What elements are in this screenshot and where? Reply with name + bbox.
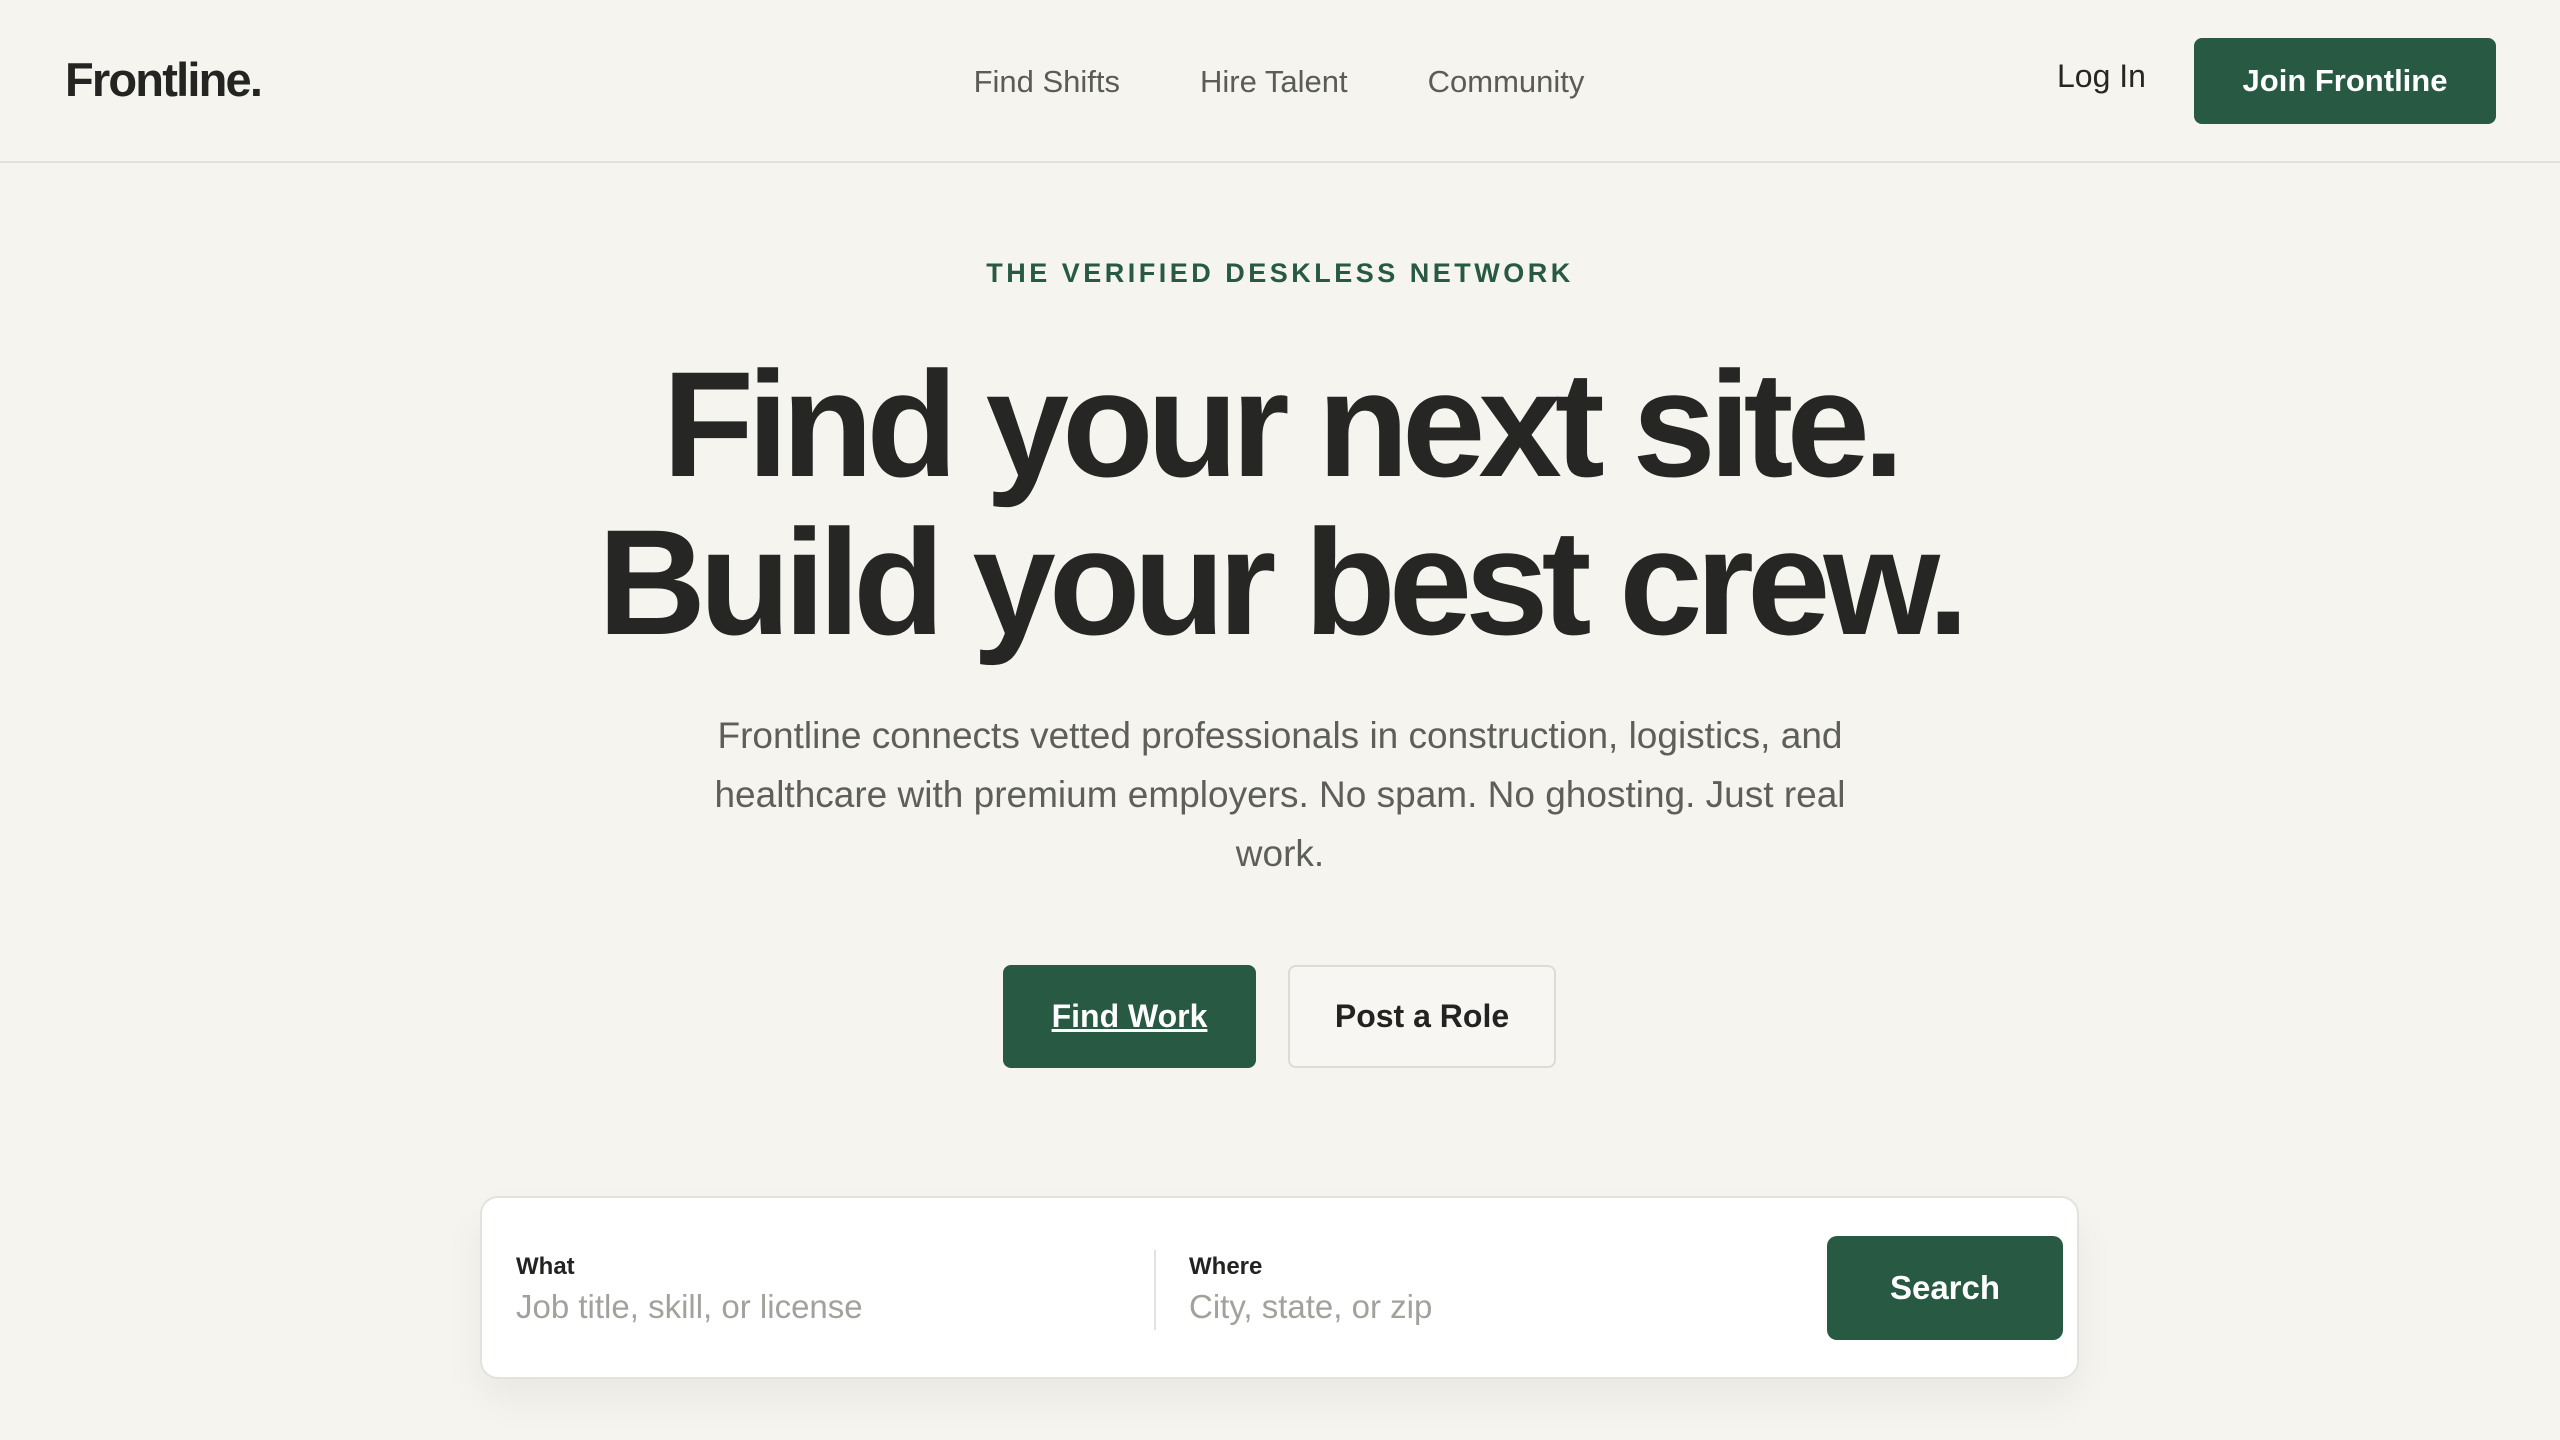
where-field: Where — [1189, 1198, 1789, 1381]
nav-hire-talent[interactable]: Hire Talent — [1200, 64, 1348, 100]
main-nav: Find Shifts Hire Talent Community — [0, 0, 2560, 163]
what-input[interactable] — [516, 1282, 1116, 1332]
login-link[interactable]: Log In — [2057, 58, 2146, 95]
hero-subtitle: Frontline connects vetted professionals … — [714, 715, 1846, 874]
where-input[interactable] — [1189, 1282, 1789, 1332]
what-field: What — [516, 1198, 1116, 1381]
hero-headline: Find your next site. Build your best cre… — [0, 345, 2560, 661]
nav-find-shifts[interactable]: Find Shifts — [974, 64, 1120, 100]
what-label: What — [516, 1253, 575, 1280]
hero-eyebrow: THE VERIFIED DESKLESS NETWORK — [986, 258, 1574, 288]
nav-community[interactable]: Community — [1428, 64, 1585, 100]
site-header: Frontline. Find Shifts Hire Talent Commu… — [0, 0, 2560, 163]
where-label: Where — [1189, 1253, 1263, 1280]
join-button[interactable]: Join Frontline — [2194, 38, 2496, 124]
logo[interactable]: Frontline. — [65, 52, 263, 107]
headline-line-1: Find your next site. — [662, 340, 1904, 508]
search-bar: What Where Search — [480, 1196, 2079, 1379]
field-divider — [1154, 1250, 1156, 1330]
search-button[interactable]: Search — [1827, 1236, 2063, 1340]
find-work-button[interactable]: Find Work — [1003, 965, 1256, 1068]
cta-row: Find Work Post a Role — [1003, 965, 1556, 1068]
post-role-button[interactable]: Post a Role — [1288, 965, 1556, 1068]
headline-line-2: Build your best crew. — [597, 498, 1969, 666]
